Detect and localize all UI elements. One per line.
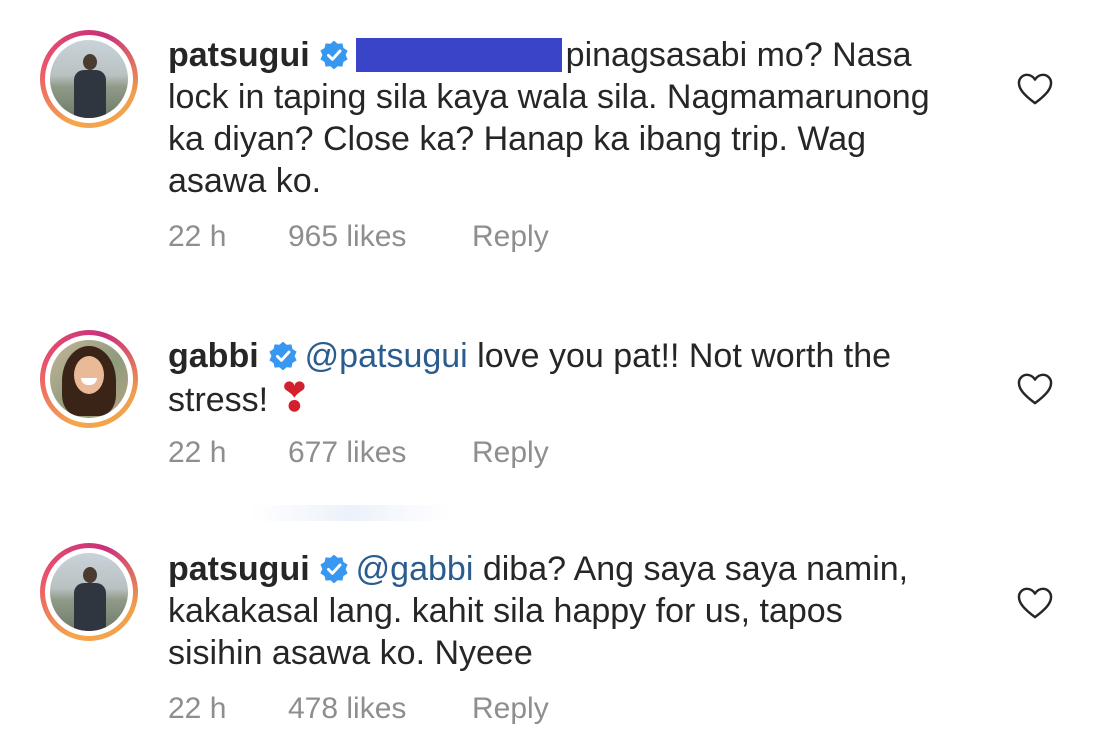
reply-button[interactable]: Reply — [472, 692, 549, 726]
like-button[interactable] — [1016, 72, 1054, 106]
comment-line-1: patsugui pinagsasabi mo? Nasa — [168, 34, 988, 76]
timestamp[interactable]: 22 h — [168, 220, 288, 254]
avatar[interactable] — [40, 30, 138, 128]
avatar-figure-head — [83, 54, 97, 70]
avatar-figure-head — [83, 567, 97, 583]
avatar-ring-gap — [45, 335, 133, 423]
verified-badge-icon — [269, 341, 297, 371]
reply-button[interactable]: Reply — [472, 220, 549, 254]
avatar-ring-gap — [45, 35, 133, 123]
timestamp[interactable]: 22 h — [168, 436, 288, 470]
comment-text: pinagsasabi mo? Nasa — [565, 36, 912, 74]
comment-meta: 22 h 965 likes Reply — [168, 220, 549, 254]
comment-text: diba? Ang saya saya namin, — [473, 550, 909, 588]
reply-button[interactable]: Reply — [472, 436, 549, 470]
like-count[interactable]: 478 likes — [288, 692, 472, 726]
heart-outline-icon — [1017, 73, 1053, 105]
avatar-ring-gap — [45, 548, 133, 636]
comment-text: love you pat!! Not worth the — [467, 337, 892, 375]
comment-line-2: lock in taping sila kaya wala sila. Nagm… — [168, 78, 930, 116]
comment-line-4: asawa ko. — [168, 162, 322, 200]
mention-link[interactable]: @patsugui — [305, 337, 468, 375]
verified-badge-icon — [320, 40, 348, 70]
like-button[interactable] — [1016, 372, 1054, 406]
comment-line-1: gabbi @patsugui love you pat!! Not worth … — [168, 335, 988, 377]
avatar-photo — [50, 340, 128, 418]
avatar[interactable] — [40, 543, 138, 641]
like-count[interactable]: 965 likes — [288, 220, 472, 254]
comment-line-3: sisihin asawa ko. Nyeee — [168, 634, 533, 672]
avatar-figure-body — [74, 583, 106, 631]
avatar-photo — [50, 40, 128, 118]
username[interactable]: patsugui — [168, 36, 310, 74]
avatar[interactable] — [40, 330, 138, 428]
comment-meta: 22 h 478 likes Reply — [168, 692, 549, 726]
comment-body: patsugui pinagsasabi mo? Nasa lock in tap… — [168, 34, 988, 202]
comment-meta: 22 h 677 likes Reply — [168, 436, 549, 470]
avatar-face — [74, 356, 104, 394]
like-count[interactable]: 677 likes — [288, 436, 472, 470]
compression-artifact — [250, 505, 450, 521]
timestamp[interactable]: 22 h — [168, 692, 288, 726]
verified-badge-icon — [320, 554, 348, 584]
redacted-text-block — [355, 38, 562, 72]
comment-text: stress! — [168, 381, 278, 419]
comment-body: patsugui @gabbi diba? Ang saya saya namin… — [168, 548, 988, 674]
comment-line-2: stress! ❣ — [168, 377, 988, 421]
avatar-figure-body — [74, 70, 106, 118]
comment-line-1: patsugui @gabbi diba? Ang saya saya namin… — [168, 548, 988, 590]
comment-body: gabbi @patsugui love you pat!! Not worth … — [168, 335, 988, 421]
heart-outline-icon — [1017, 587, 1053, 619]
heart-outline-icon — [1017, 373, 1053, 405]
comment-line-3: ka diyan? Close ka? Hanap ka ibang trip.… — [168, 120, 867, 158]
heart-exclamation-emoji: ❣ — [277, 376, 312, 420]
avatar-photo — [50, 553, 128, 631]
username[interactable]: patsugui — [168, 550, 310, 588]
mention-link[interactable]: @gabbi — [356, 550, 474, 588]
username[interactable]: gabbi — [168, 337, 259, 375]
like-button[interactable] — [1016, 586, 1054, 620]
comment-line-2: kakakasal lang. kahit sila happy for us,… — [168, 592, 843, 630]
